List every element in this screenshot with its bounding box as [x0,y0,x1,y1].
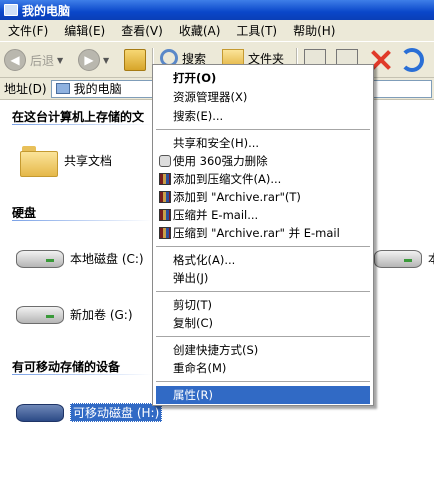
menu-separator [156,246,370,247]
forward-arrow-icon: ▶ [78,49,100,71]
removable-disk-icon [16,400,64,424]
menu-item-compress-email[interactable]: 压缩并 E-mail... [156,206,370,224]
undo-icon[interactable] [400,48,424,72]
menu-item-eject[interactable]: 弹出(J) [156,269,370,287]
forward-button[interactable]: ▶ ▼ [78,49,109,71]
section-hard-disks: 硬盘 [12,206,37,220]
section-removable: 有可移动存储的设备 [12,360,121,374]
menu-item-label: 弹出(J) [173,271,209,285]
rar-icon [159,173,171,185]
menu-item-label: 格式化(A)... [173,253,236,267]
menu-item-create-shortcut[interactable]: 创建快捷方式(S) [156,341,370,359]
item-label: 共享文档 [64,153,113,168]
menu-separator [156,129,370,130]
item-label: 本 [428,250,434,267]
up-folder-icon [124,49,146,71]
shared-documents-item[interactable]: 共享文档 [20,144,113,177]
menu-item-cut[interactable]: 剪切(T) [156,296,370,314]
right-disk-item[interactable]: 本 [374,246,434,270]
back-arrow-icon: ◀ [4,49,26,71]
address-label: 地址(D) [4,82,47,96]
menu-tools[interactable]: 工具(T) [228,22,285,39]
menu-file[interactable]: 文件(F) [0,22,56,39]
back-label: 后退 [30,53,55,68]
hard-disk-icon [16,246,64,270]
menu-item-label: 添加到压缩文件(A)... [173,172,282,186]
menu-item-compress-rar-email[interactable]: 压缩到 "Archive.rar" 并 E-mail [156,224,370,242]
menu-item-label: 资源管理器(X) [173,90,248,104]
address-value: 我的电脑 [73,82,122,96]
menu-item-label: 压缩并 E-mail... [173,208,259,222]
forward-dropdown-icon[interactable]: ▼ [103,56,109,65]
item-label: 本地磁盘 (C:) [70,251,144,266]
menu-item-label: 打开(O) [173,71,217,85]
section-divider [12,124,152,125]
context-menu: 打开(O) 资源管理器(X) 搜索(E)... 共享和安全(H)... 使用 3… [152,64,374,406]
removable-disk-h-item[interactable]: 可移动磁盘 (H:) [16,400,163,424]
item-label: 可移动磁盘 (H:) [70,402,163,422]
menu-item-copy[interactable]: 复制(C) [156,314,370,332]
delete-icon [159,155,171,167]
up-folder-button[interactable] [124,49,146,71]
section-divider [12,220,152,221]
local-disk-c-item[interactable]: 本地磁盘 (C:) [16,246,144,270]
menu-item-label: 重命名(M) [173,361,227,375]
menu-item-label: 搜索(E)... [173,109,224,123]
rar-icon [159,191,171,203]
rar-icon [159,209,171,221]
menu-bar: 文件(F) 编辑(E) 查看(V) 收藏(A) 工具(T) 帮助(H) [0,20,434,42]
menu-item-label: 共享和安全(H)... [173,136,260,150]
item-label: 新加卷 (G:) [70,307,133,322]
menu-item-rename[interactable]: 重命名(M) [156,359,370,377]
section-divider [12,374,152,375]
menu-separator [156,381,370,382]
menu-edit[interactable]: 编辑(E) [56,22,113,39]
menu-item-sharing[interactable]: 共享和安全(H)... [156,134,370,152]
menu-item-open[interactable]: 打开(O) [156,69,370,87]
back-button[interactable]: ◀ 后退 ▼ [4,49,63,71]
menu-item-explore[interactable]: 资源管理器(X) [156,88,370,106]
menu-separator [156,291,370,292]
menu-item-search[interactable]: 搜索(E)... [156,107,370,125]
menu-item-label: 复制(C) [173,316,214,330]
menu-item-label: 创建快捷方式(S) [173,343,259,357]
menu-item-label: 剪切(T) [173,298,212,312]
back-dropdown-icon[interactable]: ▼ [57,56,63,65]
my-computer-icon [55,83,70,94]
my-computer-icon [4,4,18,16]
menu-item-properties[interactable]: 属性(R) [156,386,370,404]
menu-item-add-archive[interactable]: 添加到压缩文件(A)... [156,170,370,188]
menu-item-label: 属性(R) [173,388,213,402]
rar-icon [159,227,171,239]
hard-disk-icon [16,302,64,326]
menu-item-label: 压缩到 "Archive.rar" 并 E-mail [173,226,340,240]
menu-favorites[interactable]: 收藏(A) [171,22,229,39]
menu-separator [156,336,370,337]
window-title: 我的电脑 [22,3,71,18]
menu-view[interactable]: 查看(V) [113,22,171,39]
section-stored-files: 在这台计算机上存储的文 [12,110,145,124]
menu-help[interactable]: 帮助(H) [285,22,343,39]
title-bar: 我的电脑 [0,0,434,20]
menu-item-360-delete[interactable]: 使用 360强力删除 [156,152,370,170]
menu-item-label: 使用 360强力删除 [173,154,268,168]
folder-icon [20,144,58,177]
menu-item-add-to-archive-rar[interactable]: 添加到 "Archive.rar"(T) [156,188,370,206]
menu-item-label: 添加到 "Archive.rar"(T) [173,190,301,204]
hard-disk-icon [374,246,422,270]
new-volume-g-item[interactable]: 新加卷 (G:) [16,302,133,326]
menu-item-format[interactable]: 格式化(A)... [156,251,370,269]
